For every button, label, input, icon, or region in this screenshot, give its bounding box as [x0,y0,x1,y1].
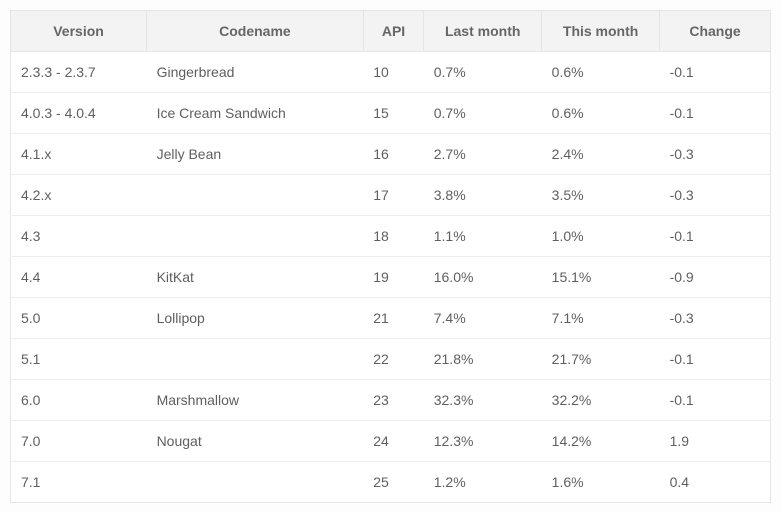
cell-version: 7.1 [11,462,147,503]
cell-change: -0.9 [660,257,771,298]
cell-codename [147,339,364,380]
cell-change: -0.3 [660,175,771,216]
cell-this: 0.6% [542,52,660,93]
cell-this: 0.6% [542,93,660,134]
cell-this: 3.5% [542,175,660,216]
cell-codename: Nougat [147,421,364,462]
cell-change: -0.3 [660,134,771,175]
cell-codename: KitKat [147,257,364,298]
cell-version: 4.0.3 - 4.0.4 [11,93,147,134]
cell-codename: Jelly Bean [147,134,364,175]
cell-api: 19 [363,257,423,298]
table-row: 5.1 22 21.8% 21.7% -0.1 [11,339,771,380]
cell-change: 1.9 [660,421,771,462]
cell-last: 16.0% [424,257,542,298]
cell-change: -0.1 [660,339,771,380]
cell-api: 10 [363,52,423,93]
table-row: 4.3 18 1.1% 1.0% -0.1 [11,216,771,257]
cell-version: 4.1.x [11,134,147,175]
cell-last: 1.1% [424,216,542,257]
cell-codename: Marshmallow [147,380,364,421]
cell-version: 4.4 [11,257,147,298]
col-header-change: Change [660,11,771,52]
cell-codename [147,175,364,216]
table-row: 4.0.3 - 4.0.4 Ice Cream Sandwich 15 0.7%… [11,93,771,134]
cell-codename: Gingerbread [147,52,364,93]
cell-last: 1.2% [424,462,542,503]
cell-last: 0.7% [424,93,542,134]
cell-this: 1.6% [542,462,660,503]
cell-this: 7.1% [542,298,660,339]
table-row: 2.3.3 - 2.3.7 Gingerbread 10 0.7% 0.6% -… [11,52,771,93]
cell-this: 21.7% [542,339,660,380]
cell-this: 15.1% [542,257,660,298]
cell-last: 3.8% [424,175,542,216]
table-row: 5.0 Lollipop 21 7.4% 7.1% -0.3 [11,298,771,339]
cell-version: 2.3.3 - 2.3.7 [11,52,147,93]
android-version-table: Version Codename API Last month This mon… [10,10,771,503]
col-header-version: Version [11,11,147,52]
table-row: 7.0 Nougat 24 12.3% 14.2% 1.9 [11,421,771,462]
col-header-last: Last month [424,11,542,52]
cell-last: 2.7% [424,134,542,175]
cell-last: 0.7% [424,52,542,93]
cell-this: 2.4% [542,134,660,175]
cell-version: 7.0 [11,421,147,462]
cell-this: 1.0% [542,216,660,257]
cell-api: 23 [363,380,423,421]
cell-version: 5.0 [11,298,147,339]
cell-version: 5.1 [11,339,147,380]
cell-last: 32.3% [424,380,542,421]
cell-change: 0.4 [660,462,771,503]
cell-change: -0.1 [660,52,771,93]
table-body: 2.3.3 - 2.3.7 Gingerbread 10 0.7% 0.6% -… [11,52,771,503]
cell-api: 15 [363,93,423,134]
col-header-codename: Codename [147,11,364,52]
cell-codename [147,216,364,257]
col-header-this: This month [542,11,660,52]
table-row: 4.2.x 17 3.8% 3.5% -0.3 [11,175,771,216]
cell-api: 21 [363,298,423,339]
cell-api: 17 [363,175,423,216]
cell-change: -0.1 [660,380,771,421]
cell-this: 14.2% [542,421,660,462]
col-header-api: API [363,11,423,52]
table-row: 6.0 Marshmallow 23 32.3% 32.2% -0.1 [11,380,771,421]
cell-api: 16 [363,134,423,175]
cell-change: -0.1 [660,93,771,134]
table-row: 4.4 KitKat 19 16.0% 15.1% -0.9 [11,257,771,298]
cell-change: -0.1 [660,216,771,257]
cell-version: 6.0 [11,380,147,421]
cell-codename: Lollipop [147,298,364,339]
cell-api: 25 [363,462,423,503]
table-row: 7.1 25 1.2% 1.6% 0.4 [11,462,771,503]
cell-last: 7.4% [424,298,542,339]
cell-codename [147,462,364,503]
cell-api: 18 [363,216,423,257]
cell-version: 4.3 [11,216,147,257]
cell-this: 32.2% [542,380,660,421]
table-header-row: Version Codename API Last month This mon… [11,11,771,52]
cell-change: -0.3 [660,298,771,339]
cell-version: 4.2.x [11,175,147,216]
cell-last: 12.3% [424,421,542,462]
cell-api: 24 [363,421,423,462]
cell-api: 22 [363,339,423,380]
table-row: 4.1.x Jelly Bean 16 2.7% 2.4% -0.3 [11,134,771,175]
cell-last: 21.8% [424,339,542,380]
cell-codename: Ice Cream Sandwich [147,93,364,134]
